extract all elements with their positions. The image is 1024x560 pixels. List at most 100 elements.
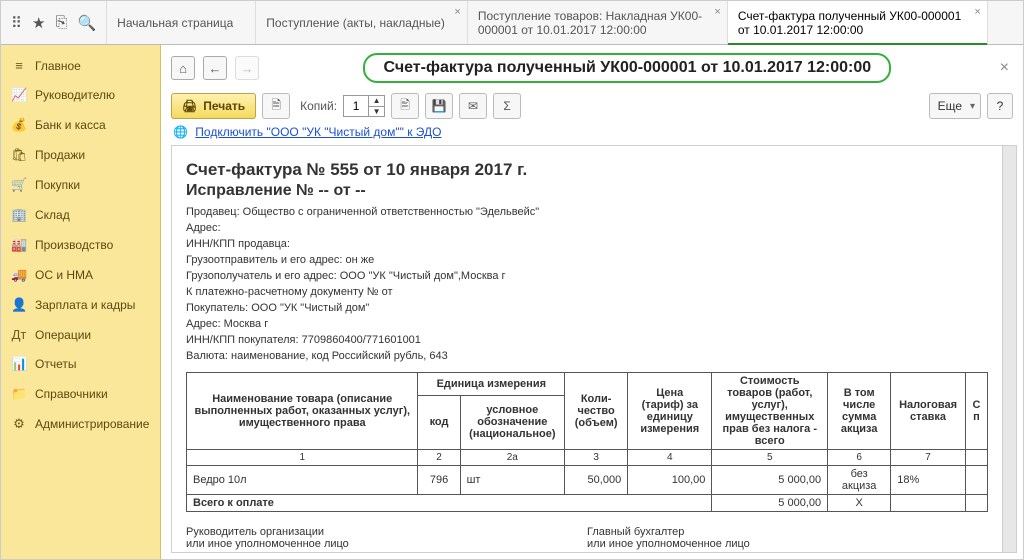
col-code: код [418,395,460,449]
col-excise: В том числе сумма акциза [828,373,891,450]
tab-close-icon[interactable]: × [974,5,980,19]
more-button[interactable]: Еще [929,93,981,119]
copy-icon[interactable]: ⎘ [55,14,67,31]
document-viewport: Счет-фактура № 555 от 10 января 2017 г. … [171,145,1017,553]
col-name: Наименование товара (описание выполненны… [187,373,418,450]
preview-button[interactable]: 🗎 [262,93,290,119]
scrollbar[interactable] [1002,146,1016,552]
colnum: 2 [418,450,460,466]
doc-line: Покупатель: ООО "УК "Чистый дом" [186,300,988,316]
colnum: 1 [187,450,418,466]
apps-icon[interactable]: ⠿ [11,14,22,32]
sidebar-icon: 📊 [11,356,27,372]
colnum: 5 [712,450,828,466]
mail-button[interactable]: ✉ [459,93,487,119]
edo-link[interactable]: Подключить "ООО "УК "Чистый дом"" к ЭДО [195,125,441,139]
sidebar-item-label: Зарплата и кадры [35,298,135,312]
colnum: 2а [460,450,565,466]
tab-bar: ⠿ ★ ⎘ 🔍 Начальная страница Поступление (а… [1,1,1023,45]
col-uname: условное обозначение (национальное) [460,395,565,449]
tab-1[interactable]: Поступление (акты, накладные) × [256,1,468,44]
col-qty: Коли-чество (объем) [565,373,628,450]
doc-line: Продавец: Общество с ограниченной ответс… [186,204,988,220]
print-button[interactable]: 🖨Печать [171,93,256,119]
tab-2[interactable]: Поступление товаров: Накладная УК00-0000… [468,1,728,44]
sidebar-item-3[interactable]: 🛍Продажи [1,140,160,170]
col-price: Цена (тариф) за единицу измерения [628,373,712,450]
sidebar-item-9[interactable]: Дт Операции [1,320,160,349]
sidebar-item-0[interactable]: ≡Главное [1,51,160,80]
sidebar-icon: 🛍 [11,147,27,163]
edo-link-row: 🌐 Подключить "ООО "УК "Чистый дом"" к ЭД… [161,123,1023,145]
star-icon[interactable]: ★ [32,14,45,32]
signatures: Руководитель организации или иное уполно… [186,526,988,550]
tab-label: Поступление товаров: Накладная УК00-0000… [478,9,705,37]
tab-label: Начальная страница [117,16,233,30]
tab-close-icon[interactable]: × [454,5,460,19]
col-last: С п [965,373,987,450]
globe-icon: 🌐 [173,125,188,139]
copies-stepper[interactable]: ▲▼ [343,95,385,117]
sidebar-icon: 🛒 [11,177,27,193]
colnum: 4 [628,450,712,466]
tab-0[interactable]: Начальная страница [107,1,256,44]
doc-line: К платежно-расчетному документу № от [186,284,988,300]
col-taxrate: Налоговая ставка [891,373,966,450]
invoice-table: Наименование товара (описание выполненны… [186,372,988,512]
tab-label: Поступление (акты, накладные) [266,16,445,30]
colnum: 6 [828,450,891,466]
sidebar-item-label: Справочники [35,387,108,401]
col-sum: Стоимость товаров (работ, услуг), имущес… [712,373,828,450]
sidebar-item-label: Производство [35,238,113,252]
sidebar-item-label: Склад [35,208,70,222]
export-button[interactable]: 🖹 [391,93,419,119]
sidebar-item-7[interactable]: 🚚ОС и НМА [1,260,160,290]
copies-down[interactable]: ▼ [368,107,384,117]
toolbar: 🖨Печать 🗎 Копий: ▲▼ 🖹 💾 ✉ Σ Еще ? [161,89,1023,123]
sig-left-sub: или иное уполномоченное лицо [186,538,587,550]
doc-subheading: Исправление № -- от -- [186,182,988,200]
sidebar-icon: 💰 [11,117,27,133]
sidebar-item-12[interactable]: ⚙Администрирование [1,409,160,439]
total-row: Всего к оплате 5 000,00 X [187,495,988,512]
sidebar-item-5[interactable]: 🏢 Склад [1,200,160,230]
sidebar-item-2[interactable]: 💰Банк и касса [1,110,160,140]
tab-3[interactable]: Счет-фактура полученный УК00-000001 от 1… [728,1,988,44]
page-title: Счет-фактура полученный УК00-000001 от 1… [363,53,891,83]
search-icon[interactable]: 🔍 [77,14,96,32]
forward-button[interactable]: → [235,56,259,80]
sidebar-item-label: Операции [35,328,91,342]
sidebar-item-1[interactable]: 📈 Руководителю [1,80,160,110]
save-button[interactable]: 💾 [425,93,453,119]
sidebar-item-8[interactable]: 👤 Зарплата и кадры [1,290,160,320]
help-button[interactable]: ? [987,93,1013,119]
doc-heading: Счет-фактура № 555 от 10 января 2017 г. [186,160,988,180]
sidebar-icon: 📁 [11,386,27,402]
copies-up[interactable]: ▲ [368,96,384,107]
doc-line: ИНН/КПП покупателя: 7709860400/771601001 [186,332,988,348]
sum-button[interactable]: Σ [493,93,521,119]
tab-label: Счет-фактура полученный УК00-000001 от 1… [738,9,965,37]
home-button[interactable]: ⌂ [171,56,195,80]
sidebar-icon: ⚙ [11,416,27,432]
sidebar-item-label: Руководителю [35,88,115,102]
content-area: ⌂ ← → Счет-фактура полученный УК00-00000… [161,45,1023,559]
close-page-button[interactable]: × [996,59,1013,77]
back-button[interactable]: ← [203,56,227,80]
sidebar-item-label: Покупки [35,178,80,192]
colnum: 3 [565,450,628,466]
document-body[interactable]: Счет-фактура № 555 от 10 января 2017 г. … [172,146,1002,552]
sidebar-icon: Дт [11,327,27,342]
doc-line: Валюта: наименование, код Российский руб… [186,348,988,364]
sidebar-icon: 📈 [11,87,27,103]
sidebar-item-4[interactable]: 🛒 Покупки [1,170,160,200]
sidebar-icon: 🏢 [11,207,27,223]
sidebar-item-11[interactable]: 📁 Справочники [1,379,160,409]
tab-close-icon[interactable]: × [714,5,720,19]
sidebar-item-10[interactable]: 📊 Отчеты [1,349,160,379]
sig-left-title: Руководитель организации [186,526,587,538]
sidebar-item-6[interactable]: 🏭Производство [1,230,160,260]
sidebar-item-label: Отчеты [35,357,76,371]
copies-input[interactable] [344,96,368,116]
sidebar-icon: 👤 [11,297,27,313]
